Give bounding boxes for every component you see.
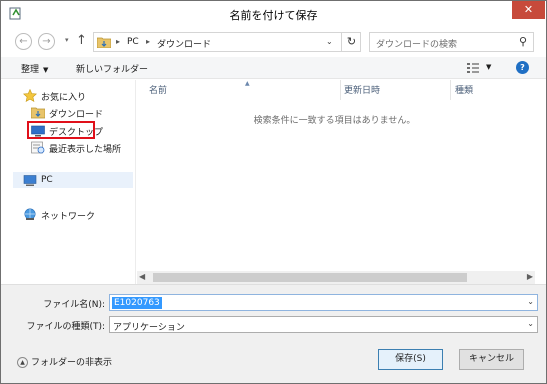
column-header-name[interactable]: 名前 xyxy=(149,83,167,96)
view-options-icon[interactable] xyxy=(466,61,480,74)
up-button[interactable]: ↑ xyxy=(76,33,87,48)
command-toolbar: 整理 ▼ 新しいフォルダー ▼ ? xyxy=(1,57,546,79)
hide-folders-toggle[interactable]: ▲ フォルダーの非表示 xyxy=(17,355,112,368)
forward-button[interactable]: → xyxy=(38,33,55,50)
filetype-value: アプリケーション xyxy=(113,323,185,333)
chevron-down-icon[interactable]: ⌄ xyxy=(527,319,534,328)
column-divider[interactable] xyxy=(340,80,341,100)
cancel-button[interactable]: キャンセル xyxy=(459,349,524,370)
address-separator[interactable]: ▸ xyxy=(116,37,120,46)
nav-item-label: ダウンロード xyxy=(49,110,104,120)
recent-places-icon xyxy=(31,141,45,154)
search-placeholder: ダウンロードの検索 xyxy=(376,40,458,50)
save-button[interactable]: 保存(S) xyxy=(378,349,443,370)
nav-item-label: お気に入り xyxy=(41,93,87,103)
scroll-left-icon[interactable]: ◀ xyxy=(139,272,145,281)
chevron-up-icon: ▲ xyxy=(17,357,28,368)
network-icon xyxy=(24,208,36,220)
back-arrow-icon: ← xyxy=(19,36,28,47)
refresh-icon: ↻ xyxy=(346,35,357,48)
empty-folder-message: 検索条件に一致する項目はありません。 xyxy=(253,116,416,126)
hide-folders-label: フォルダーの非表示 xyxy=(31,358,113,368)
chevron-down-icon: ▼ xyxy=(43,66,49,74)
horizontal-scrollbar[interactable]: ◀ ▶ xyxy=(137,271,535,284)
forward-arrow-icon: → xyxy=(42,36,51,47)
address-crumb-downloads[interactable]: ダウンロード xyxy=(157,37,211,50)
annotation-highlight-box xyxy=(27,121,95,139)
organize-button[interactable]: 整理 ▼ xyxy=(21,62,48,75)
window-title: 名前を付けて保存 xyxy=(229,9,318,22)
column-divider[interactable] xyxy=(450,80,451,100)
save-as-dialog: 名前を付けて保存 ✕ ← → ▾ ↑ ▸ PC ▸ ダウンロード ⌄ ↻ ダウン… xyxy=(0,0,547,384)
chevron-down-icon[interactable]: ⌄ xyxy=(527,297,534,306)
column-header-type[interactable]: 種類 xyxy=(455,83,473,96)
new-folder-button[interactable]: 新しいフォルダー xyxy=(76,62,148,75)
downloads-folder-icon xyxy=(31,107,45,119)
refresh-button[interactable]: ↻ xyxy=(341,33,361,51)
filetype-label: ファイルの種類(T): xyxy=(26,322,105,332)
close-button[interactable]: ✕ xyxy=(512,1,545,19)
navigation-row: ← → ▾ ↑ ▸ PC ▸ ダウンロード ⌄ ↻ ダウンロードの検索 ⚲ xyxy=(1,27,546,55)
recent-locations-dropdown[interactable]: ▾ xyxy=(65,36,69,44)
address-history-dropdown[interactable]: ⌄ xyxy=(326,37,333,46)
search-icon[interactable]: ⚲ xyxy=(519,35,527,48)
scrollbar-thumb[interactable] xyxy=(153,273,467,282)
organize-label: 整理 xyxy=(21,65,40,75)
save-options-panel: ファイル名(N): E1020763 ⌄ ファイルの種類(T): アプリケーショ… xyxy=(1,284,546,383)
back-button[interactable]: ← xyxy=(15,33,32,50)
filename-value: E1020763 xyxy=(112,297,162,309)
file-list[interactable]: ▲ 名前 更新日時 種類 検索条件に一致する項目はありません。 ◀ ▶ xyxy=(137,80,546,284)
filetype-select[interactable]: アプリケーション ⌄ xyxy=(109,316,538,333)
nav-item-label: 最近表示した場所 xyxy=(49,145,122,155)
up-arrow-icon: ↑ xyxy=(76,33,87,48)
downloads-folder-icon xyxy=(97,37,111,48)
view-dropdown-icon[interactable]: ▼ xyxy=(486,63,491,71)
address-bar[interactable]: ▸ PC ▸ ダウンロード ⌄ ↻ xyxy=(93,32,361,52)
address-crumb-pc[interactable]: PC xyxy=(127,37,139,47)
sort-ascending-icon: ▲ xyxy=(245,80,250,87)
address-separator[interactable]: ▸ xyxy=(146,37,150,46)
column-header-modified[interactable]: 更新日時 xyxy=(344,83,380,96)
filename-input[interactable]: E1020763 ⌄ xyxy=(109,294,538,311)
title-bar[interactable]: 名前を付けて保存 ✕ xyxy=(1,1,546,27)
filename-label: ファイル名(N): xyxy=(43,300,105,310)
scroll-right-icon[interactable]: ▶ xyxy=(527,272,533,281)
navigation-pane: お気に入り ダウンロード デスクトップ 最近表示した場所 PC ネットワーク xyxy=(1,80,136,284)
search-box[interactable]: ダウンロードの検索 ⚲ xyxy=(369,32,534,52)
nav-item-label: ネットワーク xyxy=(41,212,96,222)
help-icon[interactable]: ? xyxy=(516,61,529,74)
computer-icon xyxy=(23,175,37,186)
nav-item-label: PC xyxy=(41,175,53,185)
star-icon xyxy=(23,89,37,102)
